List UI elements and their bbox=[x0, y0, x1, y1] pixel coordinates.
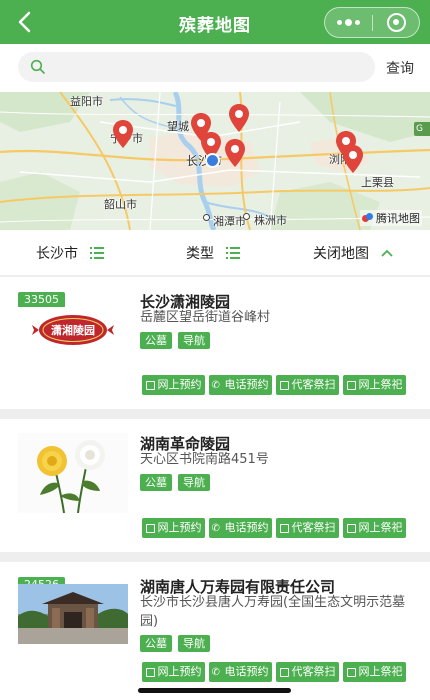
action-label: 电话预约 bbox=[224, 378, 269, 391]
tag-public-cemetery: 公墓 bbox=[140, 635, 172, 652]
proxy-sweep-button[interactable]: 代客祭扫 bbox=[276, 518, 339, 538]
navigate-button[interactable]: 导航 bbox=[178, 635, 210, 652]
cemetery-logo: 潇湘陵园 bbox=[18, 307, 128, 385]
proxy-sweep-button[interactable]: 代客祭扫 bbox=[276, 375, 339, 395]
calendar-icon bbox=[279, 523, 289, 533]
map-label-zhuzhou: 株洲市 bbox=[254, 214, 287, 227]
filter-city[interactable]: 长沙市 bbox=[36, 243, 104, 263]
cemetery-card[interactable]: 33505 潇湘陵园 长沙潇湘陵园 岳麓区望岳街道谷峰村 公墓 导航 网上预约 … bbox=[0, 277, 430, 409]
more-options-icon[interactable] bbox=[325, 8, 372, 37]
search-input[interactable] bbox=[56, 52, 366, 82]
filter-type-label: 类型 bbox=[186, 246, 214, 262]
online-booking-button[interactable]: 网上预约 bbox=[142, 375, 205, 395]
action-label: 网上祭祀 bbox=[358, 665, 403, 678]
phone-icon bbox=[212, 376, 222, 396]
cemetery-logo-text: 潇湘陵园 bbox=[51, 324, 95, 337]
filter-city-label: 长沙市 bbox=[36, 246, 78, 262]
toggle-map-button[interactable]: 关闭地图 bbox=[313, 243, 393, 263]
id-badge: 33505 bbox=[18, 292, 65, 308]
map-label-wangcheng: 望城 bbox=[167, 120, 189, 133]
search-bar: 查询 bbox=[0, 44, 430, 92]
navigate-button[interactable]: 导航 bbox=[178, 474, 210, 491]
list-icon bbox=[90, 247, 104, 259]
map-pin-icon[interactable] bbox=[342, 144, 364, 174]
tag-public-cemetery: 公墓 bbox=[140, 474, 172, 491]
search-icon bbox=[30, 59, 45, 74]
cemetery-address: 长沙市长沙县唐人万寿园(全国生态文明示范墓园) bbox=[140, 595, 406, 629]
cemetery-photo-gate bbox=[18, 584, 128, 644]
search-box bbox=[18, 52, 375, 82]
calendar-icon bbox=[145, 667, 155, 677]
map-view[interactable]: 益阳市 宁乡市 望城 长沙市 韶山市 湘潭市 株洲市 浏阳市 上栗县 G 腾讯地… bbox=[0, 92, 430, 230]
action-label: 电话预约 bbox=[224, 521, 269, 534]
online-booking-button[interactable]: 网上预约 bbox=[142, 518, 205, 538]
map-pin-icon[interactable] bbox=[228, 103, 250, 133]
current-location-icon bbox=[205, 153, 220, 168]
map-label-yiyang: 益阳市 bbox=[70, 95, 103, 108]
online-memorial-button[interactable]: 网上祭祀 bbox=[343, 518, 406, 538]
action-label: 电话预约 bbox=[224, 665, 269, 678]
map-label-shaoshan: 韶山市 bbox=[104, 198, 137, 211]
phone-booking-button[interactable]: 电话预约 bbox=[209, 662, 272, 683]
phone-booking-button[interactable]: 电话预约 bbox=[209, 375, 272, 396]
map-pin-icon[interactable] bbox=[224, 138, 246, 168]
list-icon bbox=[226, 247, 240, 259]
nav-header: 殡葬地图 bbox=[0, 0, 430, 44]
cemetery-address: 岳麓区望岳街道谷峰村 bbox=[140, 310, 271, 325]
filter-bar: 长沙市 类型 关闭地图 bbox=[0, 230, 430, 276]
chevron-up-icon bbox=[381, 249, 393, 257]
map-logo-text: 腾讯地图 bbox=[376, 212, 420, 225]
cemetery-card[interactable]: 27904 湖南革命陵园 天心区书院南路451号 公墓 导航 网上预约 电话预约… bbox=[0, 419, 430, 552]
calendar-icon bbox=[145, 523, 155, 533]
cemetery-card[interactable]: 24526 湖南唐人万寿园有限责任公司 长沙市长沙县唐人万寿园(全国生态文明示范… bbox=[0, 562, 430, 700]
mini-program-capsule bbox=[324, 7, 420, 38]
action-label: 网上预约 bbox=[157, 378, 202, 391]
map-pin-icon[interactable] bbox=[112, 119, 134, 149]
toggle-map-label: 关闭地图 bbox=[313, 246, 369, 262]
calendar-icon bbox=[346, 667, 356, 677]
close-target-icon[interactable] bbox=[373, 8, 419, 37]
map-edge-badge: G bbox=[414, 122, 430, 136]
calendar-icon bbox=[145, 380, 155, 390]
calendar-icon bbox=[279, 667, 289, 677]
online-memorial-button[interactable]: 网上祭祀 bbox=[343, 662, 406, 682]
calendar-icon bbox=[279, 380, 289, 390]
calendar-icon bbox=[346, 523, 356, 533]
action-label: 代客祭扫 bbox=[291, 378, 336, 391]
filter-type[interactable]: 类型 bbox=[186, 243, 240, 263]
map-label-shangli: 上栗县 bbox=[361, 176, 394, 189]
navigate-button[interactable]: 导航 bbox=[178, 332, 210, 349]
tencent-map-logo: 腾讯地图 bbox=[360, 210, 422, 226]
calendar-icon bbox=[346, 380, 356, 390]
cemetery-photo-flowers bbox=[18, 433, 128, 513]
action-label: 代客祭扫 bbox=[291, 521, 336, 534]
cemetery-address: 天心区书院南路451号 bbox=[140, 452, 269, 467]
tag-public-cemetery: 公墓 bbox=[140, 332, 172, 349]
online-memorial-button[interactable]: 网上祭祀 bbox=[343, 375, 406, 395]
proxy-sweep-button[interactable]: 代客祭扫 bbox=[276, 662, 339, 682]
phone-booking-button[interactable]: 电话预约 bbox=[209, 518, 272, 539]
action-label: 网上祭祀 bbox=[358, 378, 403, 391]
tencent-map-logo-icon bbox=[362, 213, 374, 223]
action-label: 网上祭祀 bbox=[358, 521, 403, 534]
phone-icon bbox=[212, 663, 222, 683]
action-label: 代客祭扫 bbox=[291, 665, 336, 678]
search-button[interactable]: 查询 bbox=[386, 58, 414, 78]
action-label: 网上预约 bbox=[157, 521, 202, 534]
phone-icon bbox=[212, 519, 222, 539]
map-city-dot bbox=[243, 213, 250, 220]
online-booking-button[interactable]: 网上预约 bbox=[142, 662, 205, 682]
map-label-xiangtan: 湘潭市 bbox=[213, 215, 246, 228]
home-indicator[interactable] bbox=[138, 688, 291, 693]
action-label: 网上预约 bbox=[157, 665, 202, 678]
map-city-dot bbox=[203, 214, 210, 221]
